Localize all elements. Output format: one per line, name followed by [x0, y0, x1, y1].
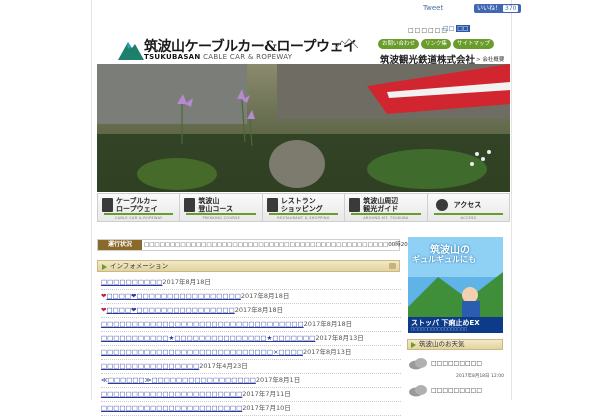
tweet-button[interactable]: Tweet: [423, 4, 443, 12]
ad-banner[interactable]: 筑波山の ギュルギュルにも ストッパ 下痢止めEX □□□□□□□□□□□□□□…: [408, 237, 503, 333]
header-mini-text[interactable]: □□□□□□: [408, 27, 448, 34]
ad-line2: ギュルギュルにも: [412, 255, 476, 264]
nav-cable-car[interactable]: ケーブルカー ロープウェイ CABLE CAR & ROPEWAY: [98, 194, 181, 221]
facebook-like-count: 370: [503, 5, 519, 12]
news-title[interactable]: □□□□□□□□□□□□□□□□□□□□□□□□□□□□□□□□□: [101, 320, 304, 328]
nav-label-en: CABLE CAR & ROPEWAY: [114, 216, 163, 220]
nav-strip: [268, 213, 339, 215]
nav-around[interactable]: 筑波山周辺 観光ガイド AROUND MT. TSUKUBA: [345, 194, 428, 221]
hero-image: [97, 64, 510, 192]
cable-car-icon: [102, 198, 113, 212]
nav-label-en: AROUND MT. TSUKUBA: [363, 216, 409, 220]
mountain-logo-icon: [118, 42, 144, 60]
site-subtitle-rest: CABLE CAR & ROPEWAY: [200, 53, 293, 61]
news-title[interactable]: □□□□□□□□□□□★□□□□□□□□□□□□□□□★□□□□□□□: [101, 334, 315, 342]
facebook-like-label: いいね！: [477, 5, 502, 12]
contact-button[interactable]: お問い合わせ: [378, 39, 420, 49]
news-list: □□□□□□□□□□2017年8月18日 ❤□□□□❤□□□□□□□□□□□□□…: [101, 276, 401, 416]
rss-icon[interactable]: [389, 263, 396, 269]
nav-strip: [186, 213, 256, 215]
news-title[interactable]: □□□□□□□□□□□□□□□□□□□□□□□□□□□□×□□□□: [101, 348, 303, 356]
header-utility-nav: お問い合わせ リンク集 サイトマップ: [378, 39, 495, 49]
news-date: 2017年8月18日: [162, 278, 211, 286]
news-date: 2017年8月18日: [234, 306, 284, 314]
news-item: ≪□□□□□□≫□□□□□□□□□□□□□□□□□2017年8月1日: [101, 374, 401, 388]
nav-strip: [351, 213, 421, 215]
news-item: □□□□□□□□□□2017年8月18日: [101, 276, 401, 290]
news-title[interactable]: □□□□❤□□□□□□□□□□□□□□□□□: [106, 292, 240, 300]
site-subtitle-bold: TSUKUBASAN: [144, 53, 201, 61]
news-title[interactable]: □□□□□□□□□□□□□□□□□□□□□□□: [101, 390, 242, 398]
news-prefix: ≪: [101, 376, 108, 384]
mountain-outline-icon: [336, 38, 358, 49]
news-date: 2017年8月13日: [315, 334, 364, 342]
triangle-bullet-icon: [102, 264, 107, 270]
news-date: 2017年7月11日: [242, 390, 291, 398]
news-title[interactable]: □□□□□□≫□□□□□□□□□□□□□□□□□: [108, 376, 256, 384]
language-switch[interactable]: □□ □□: [443, 25, 470, 32]
nav-label-en: RESTAURANT & SHOPPING: [277, 216, 330, 220]
news-date: 2017年4月23日: [199, 362, 248, 370]
weather-title: 筑波山のお天気: [419, 340, 465, 348]
nav-label: ケーブルカー ロープウェイ: [116, 197, 158, 213]
facebook-like-button[interactable]: いいね！ 370: [474, 4, 522, 13]
page-border-left: [91, 0, 92, 400]
nav-label: 筑波山周辺 観光ガイド: [363, 197, 399, 213]
news-date: 2017年8月18日: [303, 320, 353, 328]
page-border-right: [511, 0, 512, 400]
nav-trekking[interactable]: 筑波山 登山コース TREKKING COURSE: [180, 194, 263, 221]
nav-access[interactable]: アクセス ACCESS: [428, 194, 509, 221]
weather-header: 筑波山のお天気: [407, 339, 503, 350]
site-subtitle: TSUKUBASAN CABLE CAR & ROPEWAY: [144, 53, 292, 61]
company-profile-link[interactable]: > 会社概要: [476, 55, 504, 63]
arrow-icon: [435, 199, 448, 211]
news-item: □□□□□□□□□□□□□□□□□□□□□□□□□□□□□□□□□2017年8月…: [101, 318, 401, 332]
nav-strip: [104, 213, 174, 215]
triangle-bullet-icon: [411, 342, 416, 348]
hiker-icon: [184, 198, 196, 212]
ad-band-sub: □□□□□□□□□□□□□□□□□: [411, 327, 468, 331]
nav-label-en: TREKKING COURSE: [202, 216, 241, 220]
news-title[interactable]: □□□□□□□□□□□□□□□□: [101, 362, 199, 370]
news-date: 2017年8月1日: [255, 376, 301, 384]
nav-strip: [433, 213, 504, 215]
information-title: インフォメーション: [110, 262, 169, 270]
news-date: 2017年7月10日: [242, 404, 291, 412]
weather-line-2: □□□□□□□□□: [431, 387, 483, 394]
weather-date: 2017年8月18日 12:00: [456, 374, 504, 379]
operation-status-ticker: 運行状況 □□□□□□□□□□□□□□□□□□□□□□□□□□□□□□□□□□□…: [97, 239, 464, 251]
main-nav: ケーブルカー ロープウェイ CABLE CAR & ROPEWAY 筑波山 登山…: [97, 193, 510, 222]
nav-label-en: ACCESS: [460, 216, 477, 220]
nav-label: レストラン ショッピング: [280, 197, 323, 213]
map-icon: [349, 198, 361, 212]
cloud-icon: [409, 385, 427, 397]
lang-b[interactable]: □□: [456, 25, 470, 32]
news-item: □□□□□□□□□□□□□□□□□□□□□□□2017年7月10日: [101, 402, 401, 416]
news-title[interactable]: □□□□□□□□□□: [101, 278, 162, 286]
lang-a[interactable]: □□: [443, 25, 454, 32]
cloud-icon: [409, 358, 427, 370]
news-item: □□□□□□□□□□□□□□□□2017年4月23日: [101, 360, 401, 374]
fork-knife-icon: [266, 198, 278, 212]
news-date: 2017年8月18日: [240, 292, 290, 300]
news-title[interactable]: □□□□□□□□□□□□□□□□□□□□□□□: [101, 404, 242, 412]
nav-label: アクセス: [453, 201, 482, 209]
news-item: ❤□□□□❤□□□□□□□□□□□□□□□□□2017年8月18日: [101, 290, 401, 304]
sitemap-button[interactable]: サイトマップ: [453, 39, 495, 49]
weather-line-1: □□□□□□□□□: [431, 360, 483, 367]
operation-status-label: 運行状況: [98, 240, 142, 250]
news-item: ❤□□□□❤□□□□□□□□□□□□□□□□2017年8月18日: [101, 304, 401, 318]
news-title[interactable]: □□□□❤□□□□□□□□□□□□□□□□: [106, 306, 234, 314]
news-item: □□□□□□□□□□□★□□□□□□□□□□□□□□□★□□□□□□□2017年…: [101, 332, 401, 346]
news-item: □□□□□□□□□□□□□□□□□□□□□□□□□□□□×□□□□2017年8月…: [101, 346, 401, 360]
links-button[interactable]: リンク集: [421, 39, 452, 49]
information-header: インフォメーション: [97, 260, 400, 272]
nav-label: 筑波山 登山コース: [198, 197, 234, 213]
news-date: 2017年8月13日: [302, 348, 352, 356]
nav-restaurant[interactable]: レストラン ショッピング RESTAURANT & SHOPPING: [263, 194, 346, 221]
